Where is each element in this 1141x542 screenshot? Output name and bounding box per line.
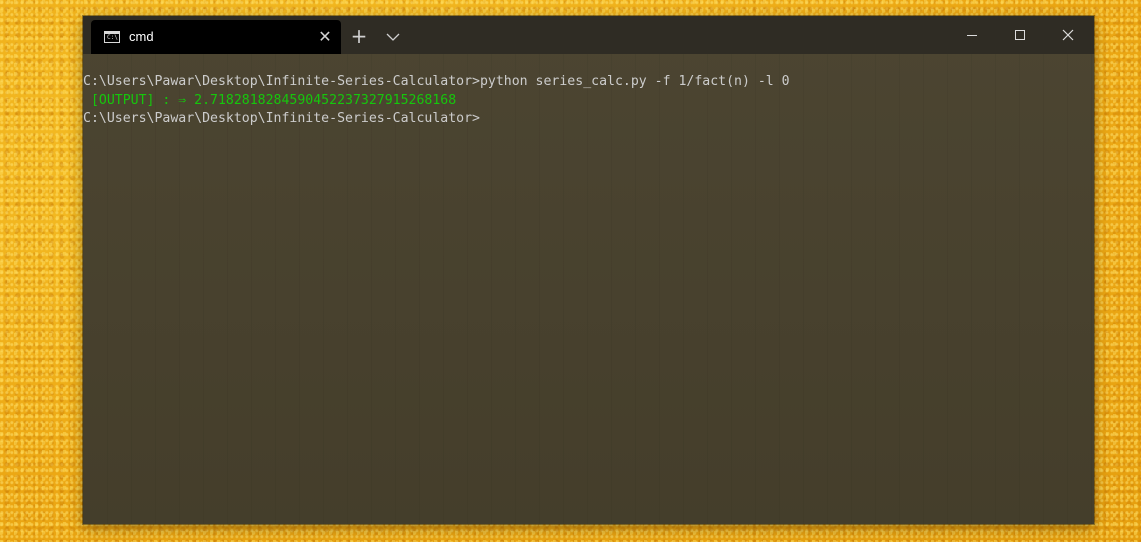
tab-dropdown-button[interactable]: [383, 28, 403, 46]
maximize-icon: [1015, 30, 1025, 40]
minimize-button[interactable]: [949, 16, 995, 54]
cmd-icon: C:\: [104, 31, 120, 43]
terminal-window: C:\ cmd ✕ + C:\Users\Pawar\Desktop\Infin…: [83, 16, 1094, 524]
close-button[interactable]: [1045, 16, 1091, 54]
cmd-icon-glyph: C:\: [107, 34, 118, 41]
chevron-down-icon: [386, 33, 400, 41]
minimize-icon: [967, 34, 977, 36]
tab-cmd[interactable]: C:\ cmd ✕: [91, 20, 341, 54]
close-icon: [1062, 29, 1074, 41]
tab-close-icon[interactable]: ✕: [315, 27, 335, 47]
terminal-output-line: [OUTPUT] : ⇒ 2.7182818284590452237327915…: [83, 93, 457, 108]
new-tab-button[interactable]: +: [348, 26, 370, 48]
terminal-prompt-line: C:\Users\Pawar\Desktop\Infinite-Series-C…: [83, 111, 480, 126]
tab-title: cmd: [129, 29, 154, 44]
terminal-content[interactable]: C:\Users\Pawar\Desktop\Infinite-Series-C…: [83, 54, 1094, 524]
maximize-button[interactable]: [997, 16, 1043, 54]
title-bar[interactable]: C:\ cmd ✕ +: [83, 16, 1094, 54]
terminal-command-line: C:\Users\Pawar\Desktop\Infinite-Series-C…: [83, 74, 790, 89]
